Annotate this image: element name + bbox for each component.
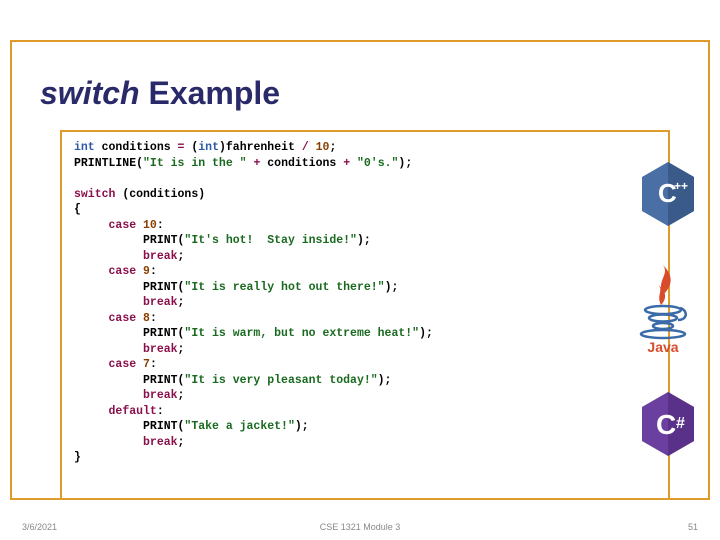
svg-text:#: # <box>676 415 685 432</box>
code-frame: int conditions = (int)fahrenheit / 10;PR… <box>60 130 670 500</box>
java-logo-icon: Java <box>628 260 698 360</box>
footer-page-number: 51 <box>688 522 698 532</box>
code-block: int conditions = (int)fahrenheit / 10;PR… <box>74 140 658 466</box>
svg-text:Java: Java <box>647 339 678 355</box>
svg-text:++: ++ <box>674 179 688 193</box>
title-switch: switch <box>40 75 140 111</box>
title-rest: Example <box>140 75 281 111</box>
csharp-logo-icon: C # <box>638 390 698 463</box>
footer-course: CSE 1321 Module 3 <box>0 522 720 532</box>
svg-text:C: C <box>656 409 676 440</box>
cpp-logo-icon: C ++ <box>638 160 698 233</box>
slide-title: switch Example <box>40 75 280 112</box>
